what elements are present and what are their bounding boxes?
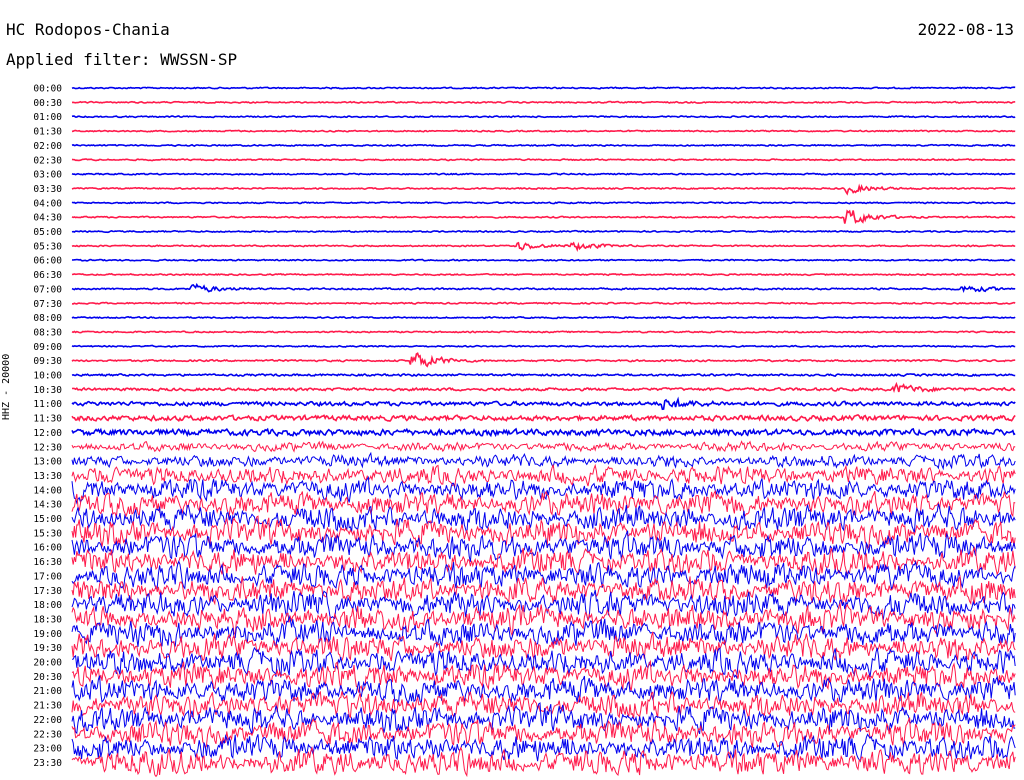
time-label: 13:00 <box>33 457 62 468</box>
time-label: 12:00 <box>33 428 62 439</box>
time-label: 01:00 <box>33 112 62 123</box>
time-label: 07:30 <box>33 299 62 310</box>
time-label: 09:00 <box>33 342 62 353</box>
trace-row <box>71 372 1016 377</box>
time-label: 15:30 <box>33 528 62 539</box>
trace-row <box>71 414 1016 423</box>
trace-row <box>71 86 1016 90</box>
trace-row <box>71 344 1016 348</box>
time-label: 21:00 <box>33 686 62 697</box>
time-label: 23:00 <box>33 744 62 755</box>
trace-row <box>71 463 1016 488</box>
time-label: 14:30 <box>33 500 62 511</box>
time-label: 20:00 <box>33 658 62 669</box>
trace-row <box>71 258 1016 262</box>
trace-row <box>71 503 1016 534</box>
time-label: 20:30 <box>33 672 62 683</box>
trace-row <box>71 545 1016 576</box>
time-label: 01:30 <box>33 127 62 138</box>
time-label: 00:00 <box>33 84 62 95</box>
trace-row <box>71 282 1016 294</box>
time-label: 08:00 <box>33 313 62 324</box>
time-labels: 00:00 00:30 01:00 01:30 02:00 02:30 03:00 03:30… <box>33 84 62 769</box>
time-label: 05:00 <box>33 227 62 238</box>
time-label: 22:30 <box>33 729 62 740</box>
trace-row <box>71 129 1016 133</box>
time-label: 21:30 <box>33 701 62 712</box>
trace-row <box>71 396 1016 411</box>
trace-row <box>71 515 1016 550</box>
time-label: 06:30 <box>33 270 62 281</box>
time-label: 18:00 <box>33 600 62 611</box>
trace-row <box>71 143 1016 148</box>
trace-row <box>71 272 1016 277</box>
time-label: 14:00 <box>33 485 62 496</box>
trace-row <box>71 209 1016 224</box>
trace-rows <box>71 86 1016 778</box>
helicorder-plot: 00:00 00:30 01:00 01:30 02:00 02:30 03:00 03:30… <box>33 84 1016 778</box>
trace-row <box>71 746 1016 778</box>
time-label: 03:00 <box>33 170 62 181</box>
trace-row <box>71 427 1016 438</box>
time-label: 10:30 <box>33 385 62 396</box>
time-label: 17:30 <box>33 586 62 597</box>
time-label: 13:30 <box>33 471 62 482</box>
trace-row <box>71 381 1016 393</box>
time-label: 16:00 <box>33 543 62 554</box>
trace-row <box>71 301 1016 305</box>
time-label: 05:30 <box>33 241 62 252</box>
trace-row <box>71 183 1016 196</box>
time-label: 17:00 <box>33 571 62 582</box>
trace-row <box>71 315 1016 320</box>
time-label: 15:00 <box>33 514 62 525</box>
trace-row <box>71 733 1016 763</box>
time-label: 11:00 <box>33 399 62 410</box>
trace-row <box>71 241 1016 252</box>
trace-row <box>71 115 1016 119</box>
trace-row <box>71 440 1016 453</box>
time-label: 03:30 <box>33 184 62 195</box>
time-label: 23:30 <box>33 758 62 769</box>
time-label: 22:00 <box>33 715 62 726</box>
time-label: 10:00 <box>33 371 62 382</box>
time-label: 12:30 <box>33 442 62 453</box>
time-label: 16:30 <box>33 557 62 568</box>
trace-row <box>71 330 1016 334</box>
time-label: 02:00 <box>33 141 62 152</box>
trace-row <box>71 451 1016 471</box>
time-label: 00:30 <box>33 98 62 109</box>
trace-row <box>71 100 1016 104</box>
time-label: 18:30 <box>33 614 62 625</box>
time-label: 11:30 <box>33 414 62 425</box>
time-label: 02:30 <box>33 155 62 166</box>
trace-row <box>71 201 1016 205</box>
time-label: 19:00 <box>33 629 62 640</box>
trace-row <box>71 601 1016 637</box>
trace-row <box>71 229 1016 234</box>
trace-row <box>71 172 1016 176</box>
trace-row <box>71 158 1016 162</box>
time-label: 04:30 <box>33 213 62 224</box>
time-label: 07:00 <box>33 284 62 295</box>
time-label: 04:00 <box>33 198 62 209</box>
time-label: 19:30 <box>33 643 62 654</box>
time-label: 09:30 <box>33 356 62 367</box>
time-label: 06:00 <box>33 256 62 267</box>
time-label: 08:30 <box>33 327 62 338</box>
trace-row <box>71 352 1016 368</box>
